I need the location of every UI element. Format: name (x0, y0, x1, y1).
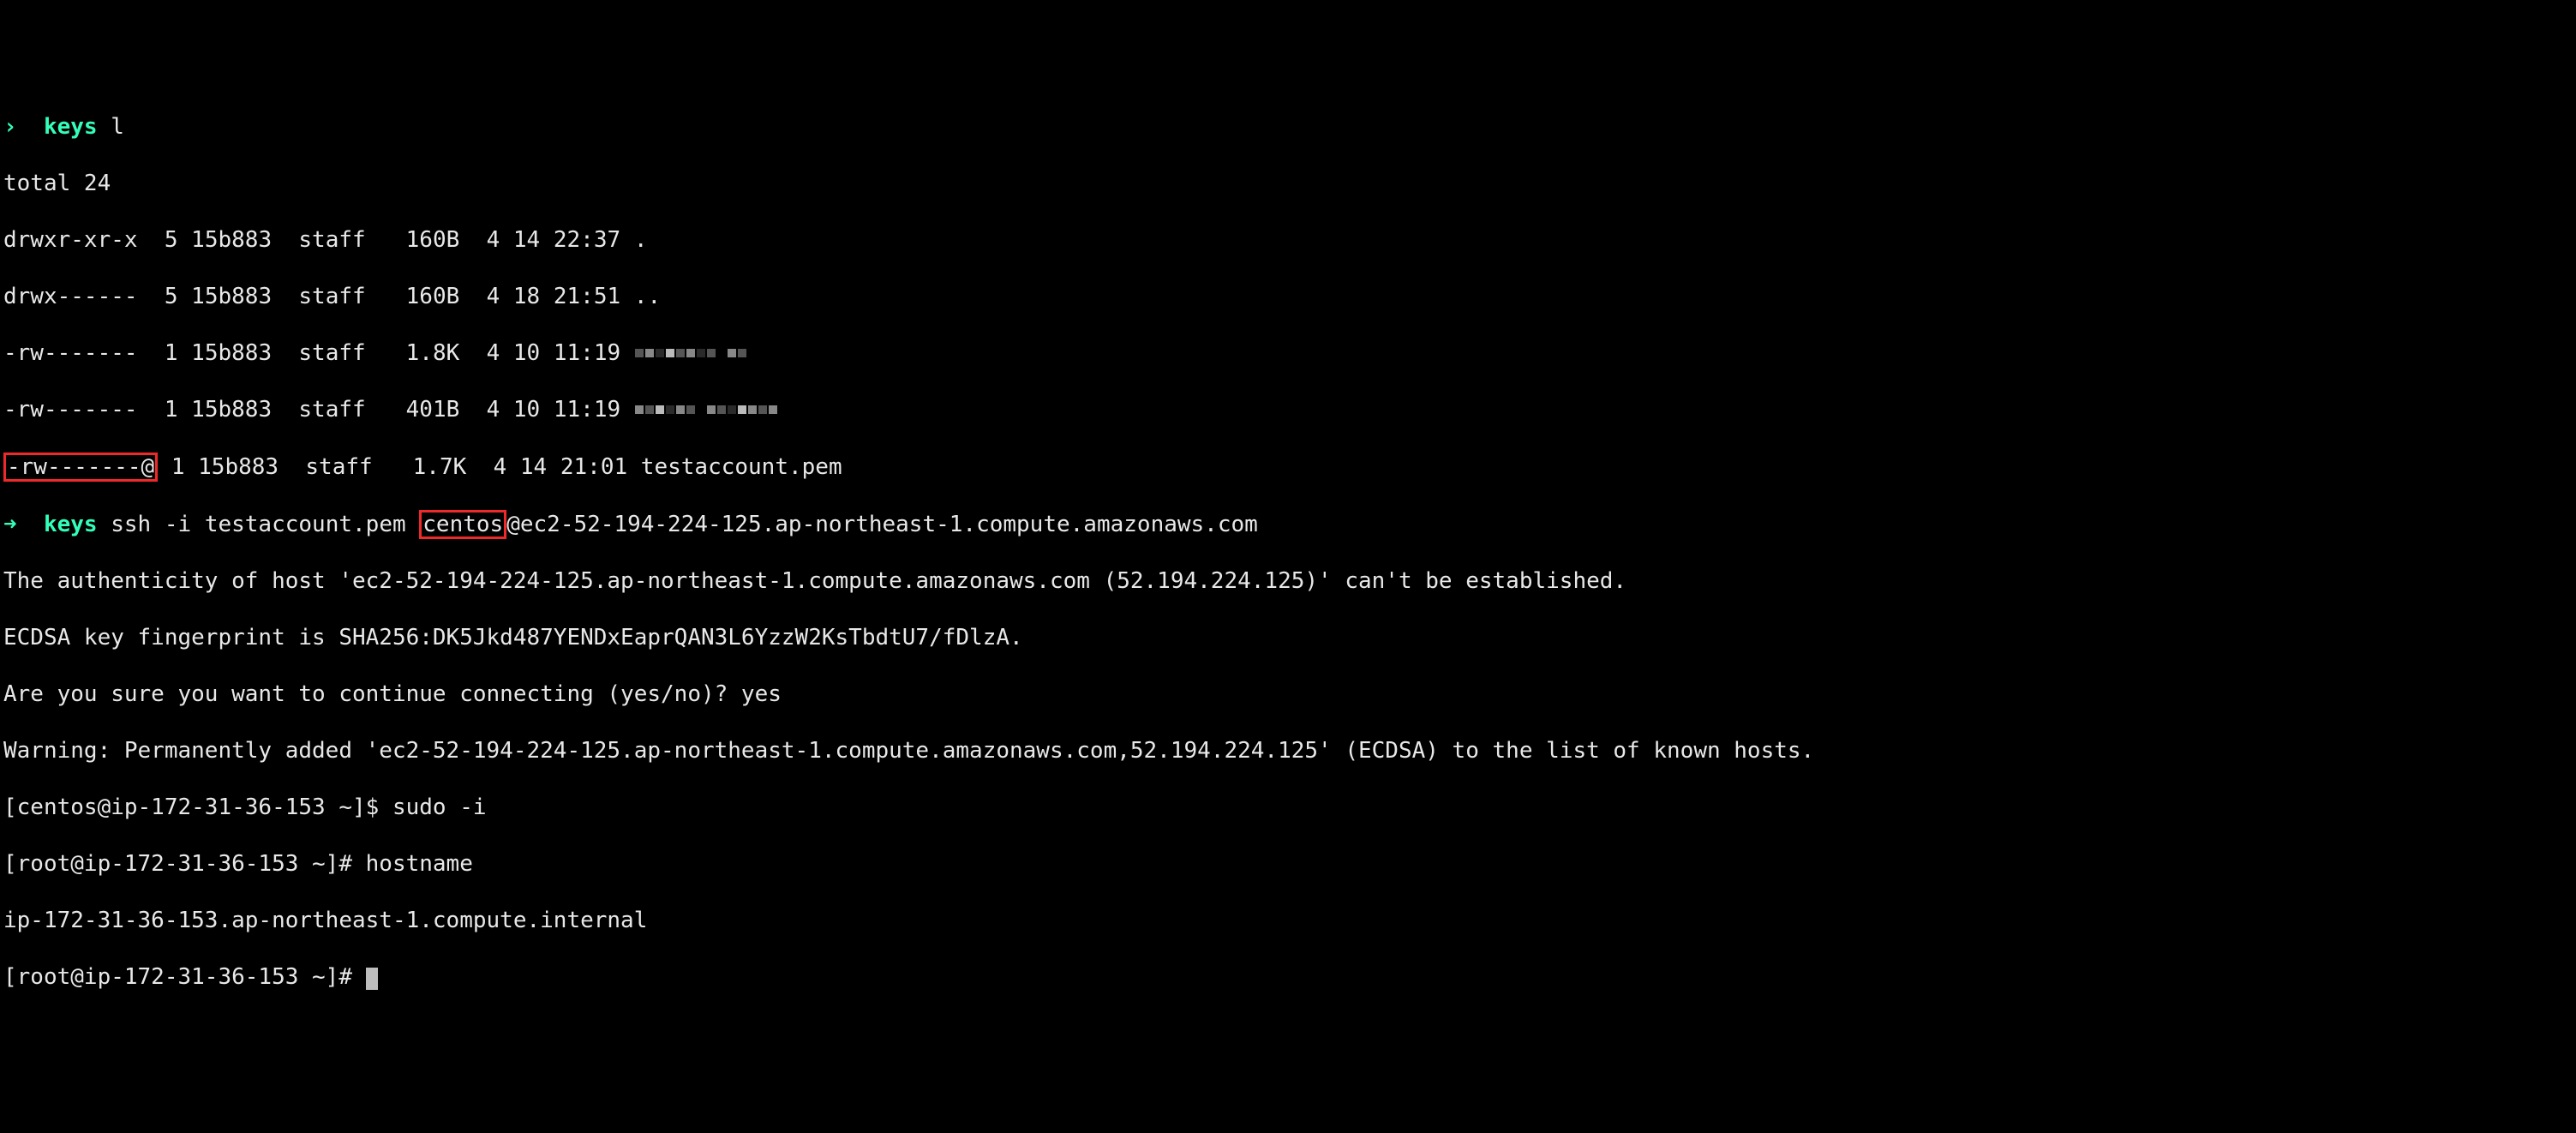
highlighted-user: centos (419, 510, 506, 539)
prompt-line-1: › keys l (3, 113, 2573, 141)
ls-row-4: -rw------- 1 15b883 staff 401B 4 10 11:1… (3, 396, 2573, 424)
ls-row-2: drwx------ 5 15b883 staff 160B 4 18 21:5… (3, 283, 2573, 311)
ssh-output-4: Warning: Permanently added 'ec2-52-194-2… (3, 737, 2573, 765)
ssh-cmd-part1: ssh -i testaccount.pem (98, 512, 420, 537)
ls-total: total 24 (3, 170, 2573, 198)
ssh-output-3[interactable]: Are you sure you want to continue connec… (3, 680, 2573, 709)
prompt-dir: keys (44, 114, 98, 140)
censored-filename-2 (634, 394, 778, 423)
ssh-cmd-part2: @ec2-52-194-224-125.ap-northeast-1.compu… (506, 512, 1258, 537)
prev-cmd: l (98, 114, 124, 140)
cursor-block-icon (366, 968, 378, 990)
prompt-dir: keys (44, 512, 98, 537)
prompt-arrow: › (3, 114, 17, 140)
ls-row-1: drwxr-xr-x 5 15b883 staff 160B 4 14 22:3… (3, 226, 2573, 255)
prompt-arrow: ➜ (3, 512, 17, 537)
root-prompt-line-1[interactable]: [root@ip-172-31-36-153 ~]# hostname (3, 850, 2573, 878)
highlighted-permissions: -rw-------@ (3, 453, 158, 482)
root-prompt-line-2[interactable]: [root@ip-172-31-36-153 ~]# (3, 963, 2573, 992)
censored-filename-1 (634, 338, 747, 366)
ls-row-3: -rw------- 1 15b883 staff 1.8K 4 10 11:1… (3, 339, 2573, 368)
centos-prompt-line[interactable]: [centos@ip-172-31-36-153 ~]$ sudo -i (3, 794, 2573, 822)
ls-row-5: -rw-------@ 1 15b883 staff 1.7K 4 14 21:… (3, 453, 2573, 482)
ssh-command-line[interactable]: ➜ keys ssh -i testaccount.pem centos@ec2… (3, 510, 2573, 539)
ssh-output-1: The authenticity of host 'ec2-52-194-224… (3, 567, 2573, 596)
hostname-output: ip-172-31-36-153.ap-northeast-1.compute.… (3, 907, 2573, 935)
ssh-output-2: ECDSA key fingerprint is SHA256:DK5Jkd48… (3, 624, 2573, 652)
